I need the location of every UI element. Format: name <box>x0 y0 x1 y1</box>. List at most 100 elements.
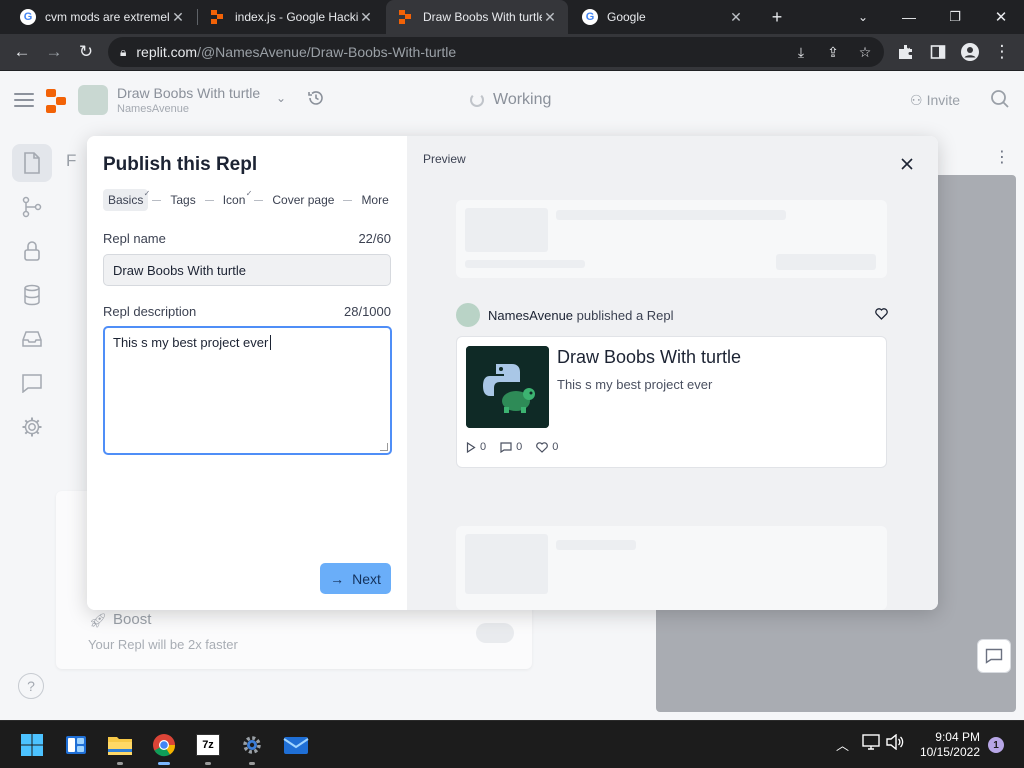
boost-toggle[interactable] <box>476 623 514 643</box>
step-tags[interactable]: Tags <box>165 189 200 211</box>
browser-tab-3[interactable]: Draw Boobs With turtle ✕ <box>386 0 568 34</box>
boost-description: Your Repl will be 2x faster <box>88 637 238 652</box>
inbox-icon[interactable] <box>20 327 44 351</box>
close-icon[interactable]: ✕ <box>170 9 186 26</box>
chrome-icon[interactable] <box>148 729 180 765</box>
browser-tab-4[interactable]: G Google ✕ <box>570 0 754 34</box>
run-status[interactable]: Working <box>470 91 551 109</box>
partial-heading: F <box>66 151 77 170</box>
repl-preview-card[interactable]: Draw Boobs With turtle This s my best pr… <box>456 336 887 468</box>
next-button[interactable]: → Next <box>320 563 391 594</box>
reload-icon[interactable]: ↻ <box>72 38 100 66</box>
publish-form: Publish this Repl Basics ✓ Tags Icon ✓ Cov… <box>87 136 407 610</box>
address-bar[interactable]: 🔒︎ replit.com/@NamesAvenue/Draw-Boobs-Wi… <box>108 37 884 67</box>
resize-handle[interactable] <box>380 443 388 451</box>
heart-icon[interactable] <box>875 307 888 325</box>
left-sidebar <box>0 131 64 720</box>
history-icon[interactable] <box>307 89 325 112</box>
add-user-icon: ⚇ <box>910 92 923 108</box>
menu-icon[interactable] <box>14 93 34 107</box>
share-icon[interactable]: ⇪ <box>822 41 844 63</box>
notification-badge[interactable]: 1 <box>988 737 1004 753</box>
restore-icon[interactable]: ❐ <box>935 0 975 34</box>
side-panel-icon[interactable] <box>924 38 952 66</box>
7zip-icon[interactable]: 7z <box>192 729 224 765</box>
step-more[interactable]: More <box>356 189 393 211</box>
step-basics[interactable]: Basics ✓ <box>103 189 151 211</box>
minimize-icon[interactable]: — <box>889 0 929 34</box>
close-icon[interactable] <box>897 154 917 174</box>
profile-icon[interactable] <box>956 38 984 66</box>
replit-page: Draw Boobs With turtle NamesAvenue ⌄ Wor… <box>0 71 1024 720</box>
files-icon[interactable] <box>12 144 52 182</box>
repl-avatar[interactable] <box>78 85 108 115</box>
replit-logo-icon[interactable] <box>46 89 68 113</box>
preview-card-description: This s my best project ever <box>557 377 713 392</box>
step-divider <box>152 199 162 201</box>
version-control-icon[interactable] <box>20 195 44 219</box>
browser-tab-1[interactable]: G cvm mods are extremel ✕ <box>8 0 196 34</box>
lock-secrets-icon[interactable] <box>20 239 44 263</box>
check-icon: ✓ <box>245 189 253 198</box>
repl-description-label: Repl description <box>103 304 197 319</box>
step-icon[interactable]: Icon ✓ <box>218 189 253 211</box>
runs-stat: 0 <box>466 441 486 453</box>
replit-icon <box>398 9 414 25</box>
close-icon[interactable]: ✕ <box>358 9 374 26</box>
boost-title: Boost <box>113 611 152 628</box>
comment-icon <box>500 441 512 453</box>
close-window-icon[interactable]: ✕ <box>981 0 1021 34</box>
google-icon: G <box>582 9 598 25</box>
volume-icon[interactable] <box>886 733 904 753</box>
repl-name-label: Repl name <box>103 231 166 246</box>
tab-title: cvm mods are extremel <box>45 10 170 24</box>
extensions-icon[interactable] <box>892 38 920 66</box>
widgets-icon[interactable] <box>60 729 92 761</box>
replit-icon <box>210 9 226 25</box>
forward-icon[interactable]: → <box>40 38 68 66</box>
repl-title[interactable]: Draw Boobs With turtle <box>117 85 260 101</box>
windows-start-icon[interactable] <box>16 729 48 761</box>
check-icon: ✓ <box>143 189 151 198</box>
repl-owner[interactable]: NamesAvenue <box>117 103 189 115</box>
settings-app-icon[interactable] <box>236 729 268 765</box>
network-icon[interactable] <box>862 734 880 753</box>
repl-name-input[interactable]: Draw Boobs With turtle <box>103 254 391 286</box>
settings-gear-icon[interactable] <box>20 415 44 439</box>
database-icon[interactable] <box>20 283 44 307</box>
browser-tab-2[interactable]: index.js - Google Hackin ✕ <box>198 0 384 34</box>
back-icon[interactable]: ← <box>8 38 36 66</box>
bookmark-star-icon[interactable]: ☆ <box>854 41 876 63</box>
mail-icon[interactable] <box>280 729 312 761</box>
step-divider <box>254 199 264 201</box>
windows-taskbar: 7z ︿ 9:04 PM 10/15/2022 1 <box>0 720 1024 768</box>
new-tab-button[interactable]: + <box>757 0 797 34</box>
chevron-down-icon[interactable]: ⌄ <box>276 91 286 105</box>
publisher-name: NamesAvenue <box>488 308 574 323</box>
chat-button[interactable] <box>977 639 1011 673</box>
close-icon[interactable]: ✕ <box>728 9 744 26</box>
browser-menu-icon[interactable]: ⋮ <box>988 38 1016 66</box>
step-divider <box>204 199 214 201</box>
more-options-icon[interactable]: ⋮ <box>994 147 1010 167</box>
play-icon <box>466 441 476 453</box>
chat-icon[interactable] <box>20 371 44 395</box>
preview-card-title: Draw Boobs With turtle <box>557 347 742 367</box>
tab-search-icon[interactable]: ⌄ <box>843 0 883 34</box>
published-line: NamesAvenue published a Repl <box>488 308 674 323</box>
chevron-up-icon[interactable]: ︿ <box>836 735 849 754</box>
help-icon[interactable]: ? <box>18 673 44 699</box>
repl-cover-image <box>466 346 549 428</box>
repl-description-input[interactable]: This s my best project ever <box>103 326 392 455</box>
invite-button[interactable]: ⚇ Invite <box>910 92 960 109</box>
search-icon[interactable] <box>990 89 1012 111</box>
step-cover-page[interactable]: Cover page <box>267 189 339 211</box>
install-icon[interactable]: ⤓ <box>790 41 812 63</box>
close-icon[interactable]: ✕ <box>542 9 558 26</box>
preview-panel: Preview NamesAvenue published a Repl Dra… <box>407 136 938 610</box>
preview-label: Preview <box>423 152 466 166</box>
taskbar-clock[interactable]: 9:04 PM 10/15/2022 <box>916 730 980 760</box>
dialog-title: Publish this Repl <box>103 154 258 175</box>
publisher-avatar <box>456 303 480 327</box>
file-explorer-icon[interactable] <box>104 729 136 765</box>
